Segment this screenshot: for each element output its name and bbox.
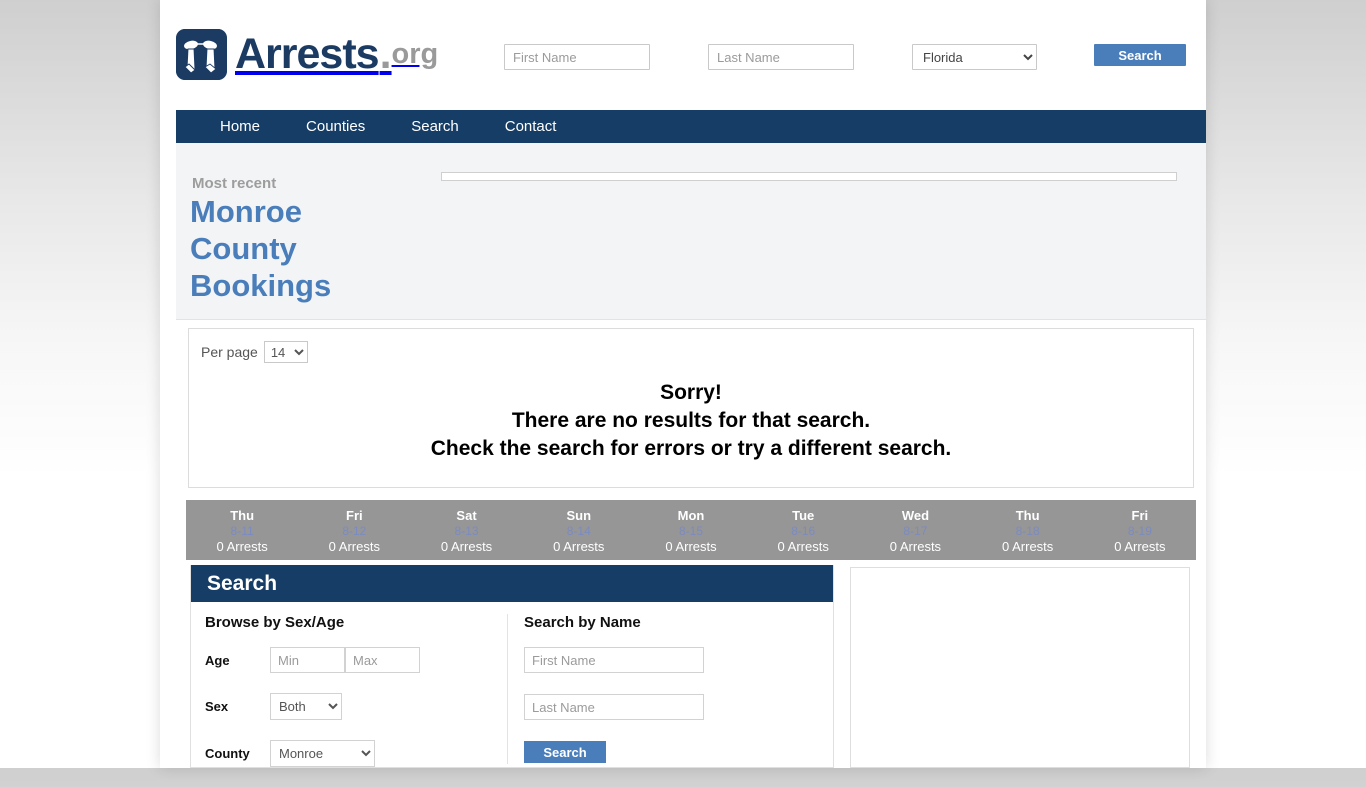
handcuffs-icon bbox=[176, 29, 227, 80]
date-cell[interactable]: Thu 8-18 0 Arrests bbox=[972, 500, 1084, 560]
name-search-button[interactable]: Search bbox=[524, 741, 606, 763]
header-search-button[interactable]: Search bbox=[1094, 44, 1186, 66]
sex-field-row: Sex Both bbox=[205, 693, 495, 720]
brand-name: Arrests bbox=[235, 30, 380, 78]
date-count: 0 Arrests bbox=[216, 539, 268, 554]
date-dow: Thu bbox=[1015, 508, 1040, 523]
age-min-input[interactable] bbox=[270, 647, 345, 673]
date-count: 0 Arrests bbox=[889, 539, 942, 554]
no-results-message: Sorry! There are no results for that sea… bbox=[189, 379, 1193, 463]
age-field-row: Age bbox=[205, 647, 495, 673]
main-navigation: Home Counties Search Contact bbox=[176, 110, 1206, 143]
date-cell[interactable]: Sat 8-13 0 Arrests bbox=[410, 500, 522, 560]
nav-item-counties[interactable]: Counties bbox=[283, 110, 388, 143]
date-dow: Sat bbox=[456, 508, 477, 523]
age-max-input[interactable] bbox=[345, 647, 420, 673]
date-count: 0 Arrests bbox=[440, 539, 493, 554]
date-md: 8-12 bbox=[342, 524, 367, 538]
date-count: 0 Arrests bbox=[1114, 539, 1166, 554]
search-card-header: Search bbox=[191, 565, 833, 602]
date-dow: Fri bbox=[346, 508, 363, 523]
date-count: 0 Arrests bbox=[553, 539, 605, 554]
date-cell[interactable]: Fri 8-12 0 Arrests bbox=[298, 500, 410, 560]
date-md: 8-18 bbox=[1015, 524, 1040, 538]
header-last-name-input[interactable] bbox=[708, 44, 854, 70]
brand-dot: . bbox=[379, 30, 392, 78]
browse-by-sex-age-column: Browse by Sex/Age Age Sex Both County Mo… bbox=[205, 614, 495, 787]
hero-banner-placeholder bbox=[441, 172, 1177, 181]
no-results-line-3: Check the search for errors or try a dif… bbox=[430, 437, 952, 460]
county-select[interactable]: Monroe bbox=[270, 740, 375, 767]
results-panel: Per page 14 Sorry! There are no results … bbox=[188, 328, 1194, 488]
nav-link-home[interactable]: Home bbox=[176, 110, 283, 143]
sidebar-ad-placeholder bbox=[850, 567, 1190, 768]
county-field-row: County Monroe bbox=[205, 740, 495, 767]
date-md: 8-13 bbox=[454, 524, 479, 538]
search-card: Search Browse by Sex/Age Age Sex Both Co bbox=[190, 565, 834, 768]
date-md: 8-11 bbox=[230, 524, 254, 538]
date-dow: Mon bbox=[677, 508, 705, 523]
per-page-select[interactable]: 14 bbox=[263, 341, 308, 363]
date-count: 0 Arrests bbox=[328, 539, 380, 554]
page-container: Arrests.org Florida Search Home Counties… bbox=[160, 0, 1206, 768]
sex-select[interactable]: Both bbox=[270, 693, 342, 720]
per-page-label: Per page bbox=[201, 344, 258, 360]
date-cell[interactable]: Wed 8-17 0 Arrests bbox=[859, 500, 971, 560]
age-label: Age bbox=[205, 652, 230, 668]
name-heading: Search by Name bbox=[524, 614, 641, 631]
search-by-name-column: Search by Name Search bbox=[507, 614, 807, 764]
date-md: 8-15 bbox=[678, 524, 703, 538]
browse-heading: Browse by Sex/Age bbox=[205, 614, 345, 631]
search-last-name-input[interactable] bbox=[524, 694, 704, 720]
header-state-select[interactable]: Florida bbox=[912, 44, 1037, 70]
site-header: Arrests.org Florida Search bbox=[176, 0, 1206, 108]
hero-eyebrow: Most recent bbox=[192, 175, 277, 192]
nav-link-contact[interactable]: Contact bbox=[482, 110, 580, 143]
date-cell[interactable]: Thu 8-11 0 Arrests bbox=[186, 500, 298, 560]
date-dow: Fri bbox=[1131, 508, 1149, 523]
per-page-control: Per page 14 bbox=[201, 341, 308, 363]
hero-section: Most recent Monroe County Bookings bbox=[176, 143, 1206, 320]
nav-item-contact[interactable]: Contact bbox=[482, 110, 580, 143]
header-first-name-input[interactable] bbox=[504, 44, 650, 70]
date-count: 0 Arrests bbox=[1001, 539, 1054, 554]
date-dow: Thu bbox=[230, 508, 255, 523]
nav-link-counties[interactable]: Counties bbox=[283, 110, 388, 143]
search-card-body: Browse by Sex/Age Age Sex Both County Mo… bbox=[191, 602, 833, 768]
date-cell[interactable]: Fri 8-19 0 Arrests bbox=[1084, 500, 1196, 560]
no-results-line-2: There are no results for that search. bbox=[511, 409, 871, 432]
county-label: County bbox=[205, 746, 250, 761]
search-card-title: Search bbox=[207, 571, 278, 595]
date-cell[interactable]: Tue 8-16 0 Arrests bbox=[747, 500, 859, 560]
site-logo-link[interactable]: Arrests. org bbox=[176, 29, 438, 80]
nav-link-search[interactable]: Search bbox=[388, 110, 482, 143]
page-title: Monroe County Bookings bbox=[190, 194, 332, 303]
date-cell[interactable]: Mon 8-15 0 Arrests bbox=[635, 500, 747, 560]
nav-item-home[interactable]: Home bbox=[176, 110, 283, 143]
date-md: 8-14 bbox=[566, 524, 591, 538]
date-md: 8-17 bbox=[903, 524, 928, 538]
date-md: 8-19 bbox=[1127, 524, 1152, 538]
no-results-line-1: Sorry! bbox=[660, 381, 722, 404]
sex-label: Sex bbox=[205, 699, 229, 714]
date-strip: Thu 8-11 0 Arrests Fri 8-12 0 Arrests Sa… bbox=[186, 500, 1196, 560]
nav-item-search[interactable]: Search bbox=[388, 110, 482, 143]
date-cell[interactable]: Sun 8-14 0 Arrests bbox=[523, 500, 635, 560]
date-count: 0 Arrests bbox=[665, 539, 717, 554]
date-count: 0 Arrests bbox=[777, 539, 829, 554]
date-dow: Wed bbox=[901, 508, 930, 523]
search-first-name-input[interactable] bbox=[524, 647, 704, 673]
brand-tld: org bbox=[391, 38, 439, 70]
date-dow: Sun bbox=[566, 508, 592, 523]
date-dow: Tue bbox=[792, 508, 815, 523]
date-md: 8-16 bbox=[791, 524, 816, 538]
